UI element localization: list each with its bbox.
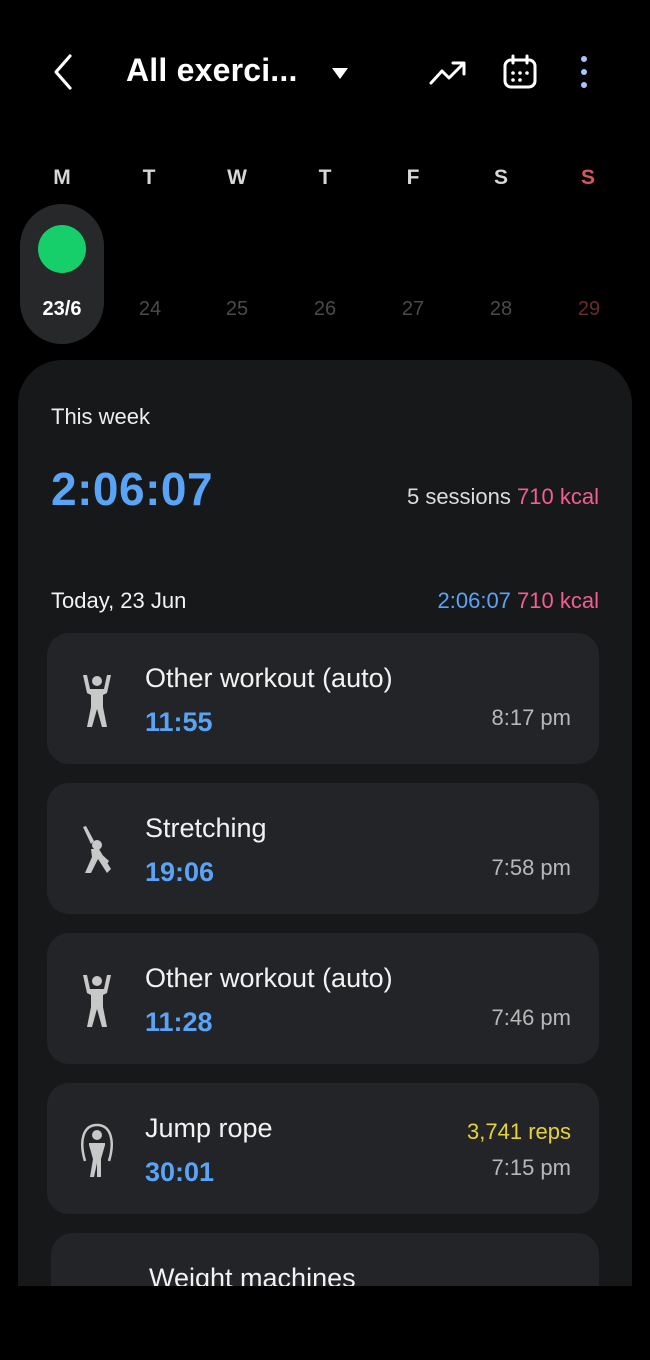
- day-num-tue[interactable]: 24: [126, 298, 174, 321]
- day-letter-sun: S: [580, 166, 595, 189]
- workout-start-time: 7:46 pm: [491, 1005, 572, 1030]
- day-total-kcal: 710 kcal: [517, 588, 599, 613]
- day-num-mon[interactable]: 23/6: [38, 298, 86, 321]
- workout-card[interactable]: Jump rope 30:01 3,741 reps 7:15 pm: [47, 1083, 599, 1214]
- workout-start-time: 7:15 pm: [491, 1155, 572, 1180]
- day-header-stats: 2:06:07 710 kcal: [438, 588, 599, 614]
- workout-duration: 19:06: [145, 857, 215, 887]
- day-letter-wed: W: [227, 166, 247, 189]
- workout-duration: 30:01: [145, 1157, 215, 1187]
- workout-title: Stretching: [145, 813, 267, 843]
- day-letter-sat: S: [493, 166, 508, 189]
- stretching-icon: [83, 826, 111, 873]
- week-label: This week: [51, 404, 151, 429]
- workout-reps: 3,741 reps: [467, 1119, 571, 1144]
- workout-card[interactable]: Other workout (auto) 11:55 8:17 pm: [47, 633, 599, 764]
- back-button[interactable]: [44, 52, 84, 92]
- more-options-button[interactable]: [574, 54, 594, 95]
- workout-card[interactable]: Stretching 19:06 7:58 pm: [47, 783, 599, 914]
- week-kcal-value: 710: [517, 484, 554, 509]
- day-letter-fri: F: [406, 166, 420, 189]
- week-stats: 5 sessions 710 kcal: [407, 484, 599, 510]
- exercise-filter-title[interactable]: All exerci...: [126, 52, 298, 89]
- workout-title: Other workout (auto): [145, 663, 393, 693]
- workout-duration: 11:55: [145, 707, 213, 737]
- day-letter-mon: M: [53, 166, 71, 189]
- calendar-icon: [503, 54, 537, 89]
- jump-rope-icon: [81, 1123, 113, 1177]
- workout-card[interactable]: Weight machines: [51, 1233, 599, 1286]
- workout-title: Weight machines: [149, 1263, 356, 1286]
- workout-title: Jump rope: [145, 1113, 273, 1143]
- day-letter-tue: T: [142, 166, 156, 189]
- workout-title: Other workout (auto): [145, 963, 393, 993]
- workout-card[interactable]: Other workout (auto) 11:28 7:46 pm: [47, 933, 599, 1064]
- other-workout-icon: [83, 975, 111, 1027]
- more-vert-icon: [581, 56, 587, 88]
- workout-done-dot: [38, 225, 86, 273]
- workout-duration: 11:28: [145, 1007, 213, 1037]
- back-arrow-icon: [54, 54, 72, 90]
- day-num-wed[interactable]: 25: [213, 298, 261, 321]
- day-num-sun[interactable]: 29: [565, 298, 613, 321]
- trends-button[interactable]: [428, 56, 468, 95]
- exercise-panel: This week 2:06:07 5 sessions 710 kcal To…: [18, 360, 632, 1286]
- sessions-count: 5: [406, 484, 420, 509]
- other-workout-icon: [83, 675, 111, 727]
- day-num-thu[interactable]: 26: [301, 298, 349, 321]
- day-num-sat[interactable]: 28: [477, 298, 525, 321]
- filter-dropdown-button[interactable]: [330, 66, 350, 87]
- calendar-button[interactable]: [502, 54, 538, 95]
- weight-machines-icon: [81, 1271, 121, 1286]
- day-num-fri[interactable]: 27: [389, 298, 437, 321]
- day-header-label: Today, 23 Jun: [51, 588, 187, 613]
- workout-start-time: 8:17 pm: [491, 705, 572, 730]
- sessions-word: sessions: [425, 484, 511, 509]
- day-letter-thu: T: [318, 166, 332, 189]
- week-kcal-unit: kcal: [559, 484, 599, 509]
- day-total-time: 2:06:07: [437, 588, 511, 613]
- dropdown-triangle-icon: [332, 68, 348, 79]
- week-total-time: 2:06:07: [51, 463, 214, 515]
- workout-start-time: 7:58 pm: [491, 855, 572, 880]
- trend-chart-icon: [429, 61, 466, 85]
